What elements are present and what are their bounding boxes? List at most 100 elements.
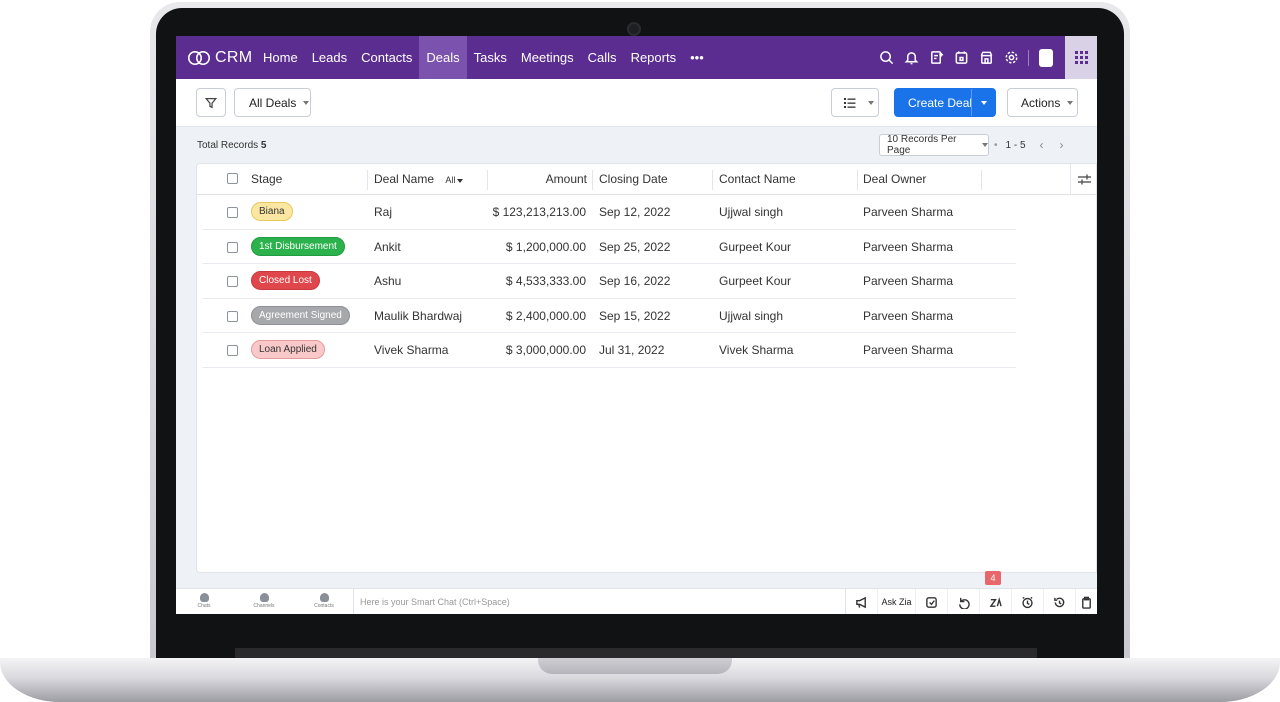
deals-table: Stage Deal Name All Amount Closing Date … [196,163,1097,573]
marketplace-icon[interactable] [974,36,999,79]
nav-reports[interactable]: Reports [624,36,684,79]
row-checkbox[interactable] [227,276,238,287]
filter-icon [204,97,218,108]
amount-cell: $ 123,213,213.00 [492,205,586,219]
stage-badge: Loan Applied [251,340,325,359]
alarm-clock-icon[interactable] [1012,589,1044,614]
calendar-icon[interactable] [949,36,974,79]
contact-name-cell[interactable]: Gurpeet Kour [719,230,791,264]
filter-button[interactable] [196,88,226,117]
create-deal-button[interactable]: Create Deal [894,88,996,117]
row-checkbox[interactable] [227,241,238,253]
deal-name-filter[interactable]: All [445,175,464,185]
contacts-label: Contacts [314,603,334,609]
history-icon[interactable] [1044,589,1076,614]
row-checkbox[interactable] [227,310,238,322]
megaphone-icon[interactable] [846,589,878,614]
list-view-icon [844,97,856,108]
nav-leads[interactable]: Leads [305,36,354,79]
select-all-checkbox[interactable] [227,173,238,184]
deal-owner-cell: Parveen Sharma [863,343,954,357]
nav-meetings[interactable]: Meetings [514,36,581,79]
actions-label: Actions [1021,95,1061,110]
table-row[interactable]: 1st Disbursement Ankit $ 1,200,000.00 Sep 2… [203,230,1016,264]
clipboard-icon[interactable] [1076,589,1096,614]
records-per-page-select[interactable]: 10 Records Per Page [879,134,989,156]
column-settings-icon[interactable] [1070,164,1097,195]
header-contact-name[interactable]: Contact Name [719,164,796,195]
nav-home[interactable]: Home [256,36,305,79]
contact-name-cell[interactable]: Gurpeet Kour [719,264,791,298]
view-select-label: All Deals [249,95,297,110]
zia-notes-icon[interactable] [980,589,1012,614]
smart-chat-input[interactable]: Here is your Smart Chat (Ctrl+Space) [353,589,845,614]
bottom-bar: Chats Channels Contacts Here is your Sma… [176,588,1097,614]
add-note-icon[interactable] [924,36,949,79]
header-deal-name[interactable]: Deal Name All [374,164,464,195]
channels-icon [259,593,269,602]
chats-label: Chats [197,603,211,609]
crm-screen: CRM Home Leads Contacts Deals Tasks Meet… [176,36,1097,614]
closing-date-cell: Jul 31, 2022 [599,343,665,357]
stage-badge: Closed Lost [251,271,320,290]
total-records: Total Records 5 [197,140,266,151]
nav-calls[interactable]: Calls [581,36,624,79]
chats-button[interactable]: Chats [184,591,224,609]
create-deal-dropdown[interactable] [971,89,995,116]
stage-badge: Agreement Signed [251,305,350,325]
nav-right-tools [874,36,1097,79]
table-row[interactable]: Agreement Signed Maulik Bhardwaj $ 2,400,0… [203,299,1016,333]
deal-owner-cell: Parveen Sharma [863,205,954,219]
contacts-button[interactable]: Contacts [304,591,344,609]
deal-name-cell[interactable]: Ankit [374,230,401,264]
deal-name-cell[interactable]: Vivek Sharma [374,333,448,367]
contact-name-cell[interactable]: Vivek Sharma [719,333,793,367]
prev-page-icon[interactable]: ‹ [1040,138,1044,152]
apps-grid-icon[interactable] [1065,36,1097,79]
search-icon[interactable] [874,36,899,79]
nav-tasks[interactable]: Tasks [467,36,514,79]
refresh-icon[interactable] [948,589,980,614]
stage-badge: Biana [251,202,293,221]
ask-zia-button[interactable]: Ask Zia [878,589,916,614]
table-row[interactable]: Closed Lost Ashu $ 4,533,333.00 Sep 16, 202… [203,264,1016,299]
row-checkbox[interactable] [227,207,238,218]
create-deal-label: Create Deal [908,95,973,110]
list-view-toggle[interactable] [831,88,879,117]
view-select[interactable]: All Deals [234,88,311,117]
bell-icon[interactable] [899,36,924,79]
channels-label: Channels [253,603,275,609]
contact-name-cell[interactable]: Ujjwal singh [719,299,783,333]
table-row[interactable]: Loan Applied Vivek Sharma $ 3,000,000.00 Ju… [203,333,1016,368]
table-row[interactable]: Biana Raj $ 123,213,213.00 Sep 12, 2022 Ujjw… [203,195,1016,230]
row-checkbox[interactable] [227,345,238,356]
laptop-notch [538,658,732,674]
deal-name-cell[interactable]: Raj [374,195,392,229]
brand-logo[interactable]: CRM [176,49,256,67]
header-deal-owner[interactable]: Deal Owner [863,164,926,195]
table-header: Stage Deal Name All Amount Closing Date … [197,164,1097,195]
header-stage[interactable]: Stage [251,164,282,195]
avatar[interactable] [1039,48,1053,67]
next-page-icon[interactable]: › [1060,138,1064,152]
chevron-down-icon [980,100,987,105]
deal-owner-cell: Parveen Sharma [863,274,954,288]
nav-deals[interactable]: Deals [419,36,467,79]
deal-name-cell[interactable]: Ashu [374,264,401,298]
column-divider [487,170,488,190]
header-amount[interactable]: Amount [497,164,587,195]
deal-name-cell[interactable]: Maulik Bhardwaj [374,299,462,333]
settings-icon[interactable] [999,36,1024,79]
pagination: • 1 - 5 ‹ › [994,134,1080,156]
deals-toolbar: All Deals Create Deal Actions [176,79,1097,127]
contact-name-cell[interactable]: Ujjwal singh [719,195,783,229]
header-closing-date[interactable]: Closing Date [599,164,668,195]
nav-contacts[interactable]: Contacts [354,36,419,79]
actions-button[interactable]: Actions [1007,88,1078,117]
deal-name-filter-label: All [445,175,456,185]
zia-icon[interactable] [916,589,948,614]
nav-divider [1028,49,1029,66]
nav-more[interactable]: ••• [683,36,711,79]
channels-button[interactable]: Channels [244,591,284,609]
column-divider [367,170,368,190]
